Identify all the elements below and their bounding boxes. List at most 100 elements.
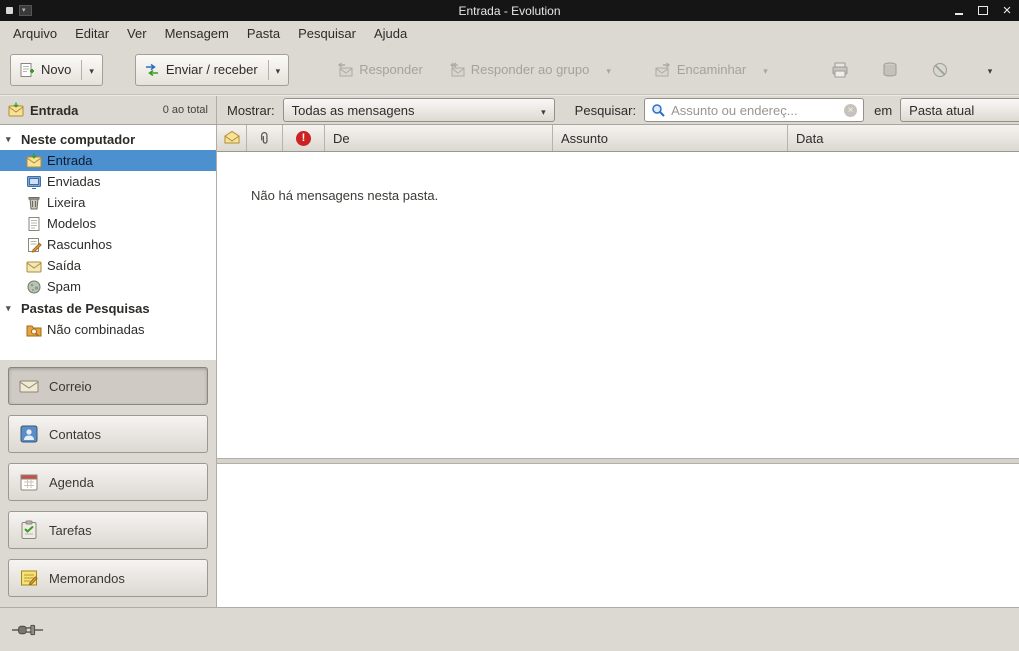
current-folder-name: Entrada [30,103,78,118]
folder-rascunhos[interactable]: Rascunhos [0,234,216,255]
titlebar: Entrada - Evolution [0,0,1019,21]
show-filter-dropdown[interactable]: Todas as mensagens [283,98,555,122]
show-label: Mostrar: [225,103,275,118]
search-icon[interactable] [651,103,666,118]
send-receive-icon [144,62,160,78]
chevron-down-icon [763,62,768,77]
reply-icon [337,62,353,78]
column-date[interactable]: Data [788,125,1019,151]
folder-label: Enviadas [47,174,100,189]
switcher-calendar-button[interactable]: Agenda [8,463,208,501]
menu-mensagem[interactable]: Mensagem [156,21,238,45]
toolbar-right-icons [825,55,1009,85]
folder-tree: ▾ Neste computador Entrada Enviadas [0,125,216,360]
search-box: × [644,98,864,122]
trash-icon [26,195,42,211]
column-status[interactable] [217,125,247,151]
column-from[interactable]: De [325,125,553,151]
toolbar: Novo Enviar / receber Responder Responde… [0,45,1019,95]
window-menu-icon[interactable] [19,5,32,16]
folder-label: Modelos [47,216,96,231]
new-button[interactable]: Novo [10,54,103,86]
mail-status-icon [224,130,240,146]
search-folder-icon [26,322,42,338]
tree-group-label: Neste computador [21,132,135,147]
forward-icon [655,62,671,78]
forward-button[interactable]: Encaminhar [647,54,776,86]
message-count: 0 ao total [163,104,208,116]
menu-ajuda[interactable]: Ajuda [365,21,416,45]
switcher-label: Memorandos [49,571,125,586]
send-receive-button[interactable]: Enviar / receber [135,54,289,86]
menu-pasta[interactable]: Pasta [238,21,289,45]
expander-icon[interactable]: ▾ [6,134,16,145]
in-label: em [872,103,892,118]
contacts-icon [19,424,39,444]
toolbar-overflow-button[interactable] [975,55,1005,85]
switcher-tasks-button[interactable]: Tarefas [8,511,208,549]
sidebar: ▾ Neste computador Entrada Enviadas [0,125,217,607]
message-list-body[interactable]: Não há mensagens nesta pasta. [217,152,1019,458]
folder-lixeira[interactable]: Lixeira [0,192,216,213]
column-from-label: De [333,131,350,146]
column-attachment[interactable] [247,125,283,151]
tasks-icon [19,520,39,540]
clear-search-icon[interactable]: × [844,104,857,117]
reply-group-dropdown[interactable] [599,60,611,80]
chevron-down-icon [606,62,611,77]
folder-nao-combinadas[interactable]: Não combinadas [0,319,216,340]
plug-icon [12,623,44,637]
message-list-pane: ! De Assunto Data Não há mensagens nesta… [217,125,1019,607]
expander-icon[interactable]: ▾ [6,303,16,314]
tree-group-search-folders[interactable]: ▾ Pastas de Pesquisas [0,297,216,319]
switcher-contacts-button[interactable]: Contatos [8,415,208,453]
switcher-mail-button[interactable]: Correio [8,367,208,405]
new-dropdown[interactable] [81,60,94,80]
attachment-icon [257,131,272,146]
folder-spam[interactable]: Spam [0,276,216,297]
current-folder-header: Entrada 0 ao total [0,96,217,124]
folder-modelos[interactable]: Modelos [0,213,216,234]
switcher-label: Tarefas [49,523,92,538]
minimize-button[interactable] [953,5,965,17]
mail-icon [19,376,39,396]
templates-icon [26,216,42,232]
junk-button[interactable] [925,55,955,85]
close-button[interactable] [1001,5,1013,17]
junk-folder-icon [26,279,42,295]
folder-enviadas[interactable]: Enviadas [0,171,216,192]
message-list-header: ! De Assunto Data [217,125,1019,152]
folder-saida[interactable]: Saída [0,255,216,276]
folder-label: Lixeira [47,195,85,210]
maximize-button[interactable] [977,5,989,17]
column-priority[interactable]: ! [283,125,325,151]
forward-dropdown[interactable] [756,60,768,80]
menu-editar[interactable]: Editar [66,21,118,45]
menu-ver[interactable]: Ver [118,21,156,45]
delete-button[interactable] [875,55,905,85]
evolution-window: Entrada - Evolution Arquivo Editar Ver M… [0,0,1019,651]
folder-entrada[interactable]: Entrada [0,150,216,171]
tree-group-on-this-computer[interactable]: ▾ Neste computador [0,128,216,150]
menu-pesquisar[interactable]: Pesquisar [289,21,365,45]
switcher-memos-button[interactable]: Memorandos [8,559,208,597]
send-receive-dropdown[interactable] [268,60,281,80]
preview-pane [217,464,1019,607]
sent-icon [26,174,42,190]
window-title: Entrada - Evolution [166,4,853,18]
reply-button[interactable]: Responder [329,54,431,86]
new-message-icon [19,62,35,78]
reply-group-button[interactable]: Responder ao grupo [441,54,619,86]
folder-label: Saída [47,258,81,273]
outbox-icon [26,258,42,274]
folder-label: Entrada [47,153,93,168]
switcher-label: Correio [49,379,92,394]
search-scope-dropdown[interactable]: Pasta atual [900,98,1019,122]
view-switcher: Correio Contatos Agenda [0,360,216,607]
online-status-toggle[interactable] [12,623,44,637]
search-input[interactable] [671,103,839,118]
menu-arquivo[interactable]: Arquivo [4,21,66,45]
column-subject[interactable]: Assunto [553,125,788,151]
print-button[interactable] [825,55,855,85]
folder-label: Spam [47,279,81,294]
